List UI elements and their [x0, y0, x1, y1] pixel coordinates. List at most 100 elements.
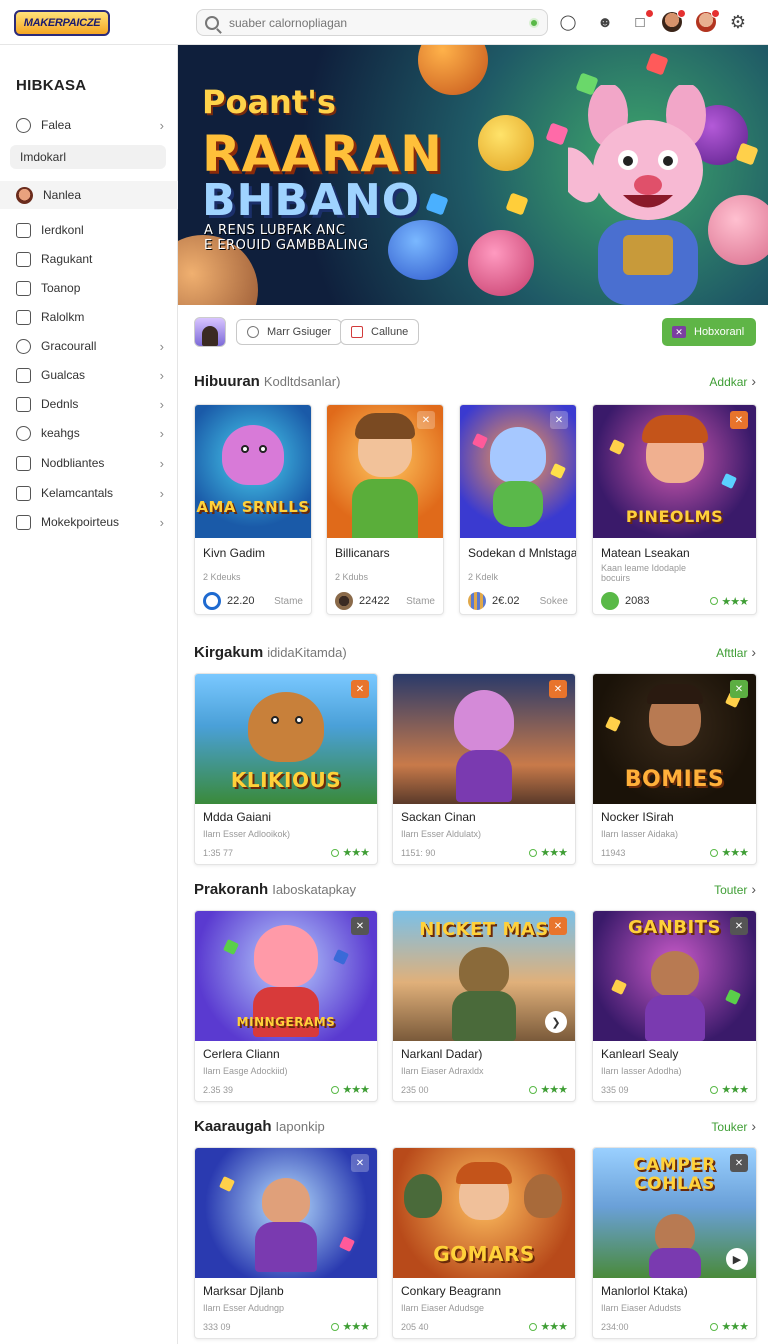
game-title: Kanlearl Sealy: [601, 1047, 679, 1061]
search-input[interactable]: [229, 15, 529, 30]
character-eye: [259, 445, 267, 453]
user-avatar[interactable]: [194, 317, 226, 347]
game-thumbnail: PINEOLMS ✕: [593, 405, 756, 538]
rating: ★★★: [710, 1083, 749, 1096]
game-tag: Stame: [274, 595, 303, 607]
game-art-title: BOMIES: [624, 767, 725, 792]
profile-badge: [677, 9, 686, 18]
sidebar-item-ierdkonl[interactable]: Ierdkonl: [10, 218, 166, 242]
section-see-all-link[interactable]: Touker: [711, 1118, 756, 1134]
expand-icon[interactable]: ✕: [351, 680, 369, 698]
sidebar-item-label: Ierdkonl: [41, 223, 84, 237]
sidebar-item-mokekpoirteus[interactable]: Mokekpoirteus ›: [10, 510, 166, 534]
expand-icon[interactable]: ✕: [417, 411, 435, 429]
game-subtitle: 2 Kdeuks: [203, 572, 241, 582]
app-logo[interactable]: MAKERPAICZE: [14, 10, 110, 36]
game-card[interactable]: PINEOLMS ✕ Matean Lseakan Kaan leame Ido…: [592, 404, 757, 615]
game-card[interactable]: ✕ Sackan Cinan Ilarn Esser Aldulatx) 115…: [392, 673, 576, 865]
coin-icon: [468, 592, 486, 610]
character-hair: [456, 1162, 512, 1184]
game-card[interactable]: GANBITS ✕ Kanlearl Sealy Ilarn Iasser Ad…: [592, 910, 757, 1102]
expand-icon[interactable]: ✕: [550, 411, 568, 429]
expand-icon[interactable]: ✕: [730, 1154, 748, 1172]
character-eye: [241, 445, 249, 453]
game-card[interactable]: GOMARS Conkary Beagrann Ilarn Eiaser Adu…: [392, 1147, 576, 1339]
character-body: [648, 1248, 701, 1278]
expand-icon[interactable]: ✕: [351, 917, 369, 935]
search-box[interactable]: [196, 9, 548, 36]
sidebar-item-gracourall[interactable]: Gracourall ›: [10, 334, 166, 358]
sidebar-item-nanlea[interactable]: Nanlea: [0, 181, 178, 209]
game-subtitle: Ilarn Esser Adudngp: [203, 1303, 285, 1313]
notifications-icon[interactable]: □: [630, 9, 654, 32]
message-button[interactable]: Marr Gsiuger: [236, 319, 343, 345]
expand-icon[interactable]: ✕: [730, 411, 748, 429]
section-title: Hibuuran: [194, 372, 260, 390]
game-card[interactable]: NICKET MAS ✕ ❯ Narkanl Dadar) Ilarn Eias…: [392, 910, 576, 1102]
game-subtitle: 2 Kdelk: [468, 572, 499, 582]
decor-cube: [545, 122, 569, 146]
profile-avatar[interactable]: [662, 9, 686, 32]
grid-icon: [16, 455, 31, 471]
sidebar-item-imdokarl[interactable]: Imdokarl: [10, 145, 166, 169]
game-card[interactable]: MINNGERAMS ✕ Cerlera Cliann Ilarn Easge …: [194, 910, 378, 1102]
play-icon[interactable]: ▶: [726, 1248, 748, 1270]
sidebar-item-nodbliantes[interactable]: Nodbliantes ›: [10, 451, 166, 475]
sidebar-item-ralolkm[interactable]: Ralolkm: [10, 305, 166, 329]
game-card[interactable]: ✕ Marksar Djlanb Ilarn Esser Adudngp 333…: [194, 1147, 378, 1339]
voice-search-icon[interactable]: [529, 17, 539, 28]
user-icon[interactable]: ☻: [595, 12, 615, 32]
sidebar-item-label: Toanop: [41, 281, 81, 295]
droplet-icon[interactable]: ◯: [558, 12, 578, 32]
character-eye: [271, 716, 279, 724]
sidebar-item-toanop[interactable]: Toanop: [10, 276, 166, 300]
search-icon: [205, 15, 219, 30]
rating-stars: ★★★: [721, 1084, 749, 1096]
rating: ★★★: [710, 846, 749, 859]
decor-gem: [605, 716, 621, 732]
sidebar-item-dednls[interactable]: Dednls ›: [10, 392, 166, 416]
expand-icon[interactable]: ✕: [730, 917, 748, 935]
section-header: Kaaraugah Iaponkip Touker: [194, 1116, 756, 1136]
friend-avatar[interactable]: [696, 9, 720, 32]
primary-action-button[interactable]: ✕ Hobxoranl: [662, 318, 756, 346]
game-subtitle: Kaan leame Idodaple: [601, 563, 687, 573]
sidebar-item-label: Nodbliantes: [41, 456, 105, 470]
game-card[interactable]: BOMIES ✕ Nocker ISirah Ilarn Iasser Aida…: [592, 673, 757, 865]
banner-subtitle-line: E EROUID GAMBBALING: [204, 238, 369, 253]
expand-icon[interactable]: ✕: [730, 680, 748, 698]
game-footer: 2€.02 Sokee: [468, 592, 568, 610]
game-footer: 1151: 90 ★★★: [401, 846, 568, 859]
game-count: 333 09: [203, 1321, 231, 1332]
expand-icon[interactable]: ✕: [351, 1154, 369, 1172]
sidebar-item-label: Mokekpoirteus: [41, 515, 120, 529]
section-see-all-link[interactable]: Afttlar: [716, 644, 756, 660]
section-see-all-link[interactable]: Addkar: [709, 373, 756, 389]
sidebar-item-falea[interactable]: Falea ›: [10, 113, 166, 137]
game-footer: 235 00 ★★★: [401, 1083, 568, 1096]
section-subtitle: Kodltdsanlar): [263, 373, 341, 389]
chart-icon: [16, 485, 31, 501]
rating-stars: ★★★: [540, 847, 568, 859]
game-card[interactable]: KLIKIOUS ✕ Mdda Gaiani Ilarn Esser Adloo…: [194, 673, 378, 865]
game-title: Sodekan d Mnlstaga: [468, 546, 577, 560]
expand-icon[interactable]: ✕: [549, 680, 567, 698]
sidebar-item-keahgs[interactable]: keahgs ›: [10, 421, 166, 445]
game-card[interactable]: AMA SRNLLS Kivn Gadim 2 Kdeuks 22.20 Sta…: [194, 404, 312, 615]
sidebar-item-gualcas[interactable]: Gualcas ›: [10, 363, 166, 387]
hero-banner[interactable]: Poant's RAARAN BHBANO A RENS LUBFAK ANC …: [178, 45, 768, 305]
settings-gear-icon[interactable]: ⚙: [728, 12, 748, 32]
companion-character: [524, 1174, 562, 1218]
sidebar-item-kelamcantals[interactable]: Kelamcantals ›: [10, 481, 166, 505]
section-see-all-link[interactable]: Touter: [714, 881, 756, 897]
sidebar-item-label: Imdokarl: [20, 150, 67, 164]
game-card[interactable]: ✕ Billicanars 2 Kdubs 22422 Stame: [326, 404, 444, 615]
game-thumbnail: MINNGERAMS ✕: [195, 911, 377, 1041]
next-arrow-icon[interactable]: ❯: [545, 1011, 567, 1033]
sidebar-item-ragukant[interactable]: Ragukant: [10, 247, 166, 271]
expand-icon[interactable]: ✕: [549, 917, 567, 935]
game-card[interactable]: CAMPER COHLAS ✕ ▶ Manlorlol Ktaka) Ilarn…: [592, 1147, 757, 1339]
section-header: Prakoranh Iaboskatapkay Touter: [194, 879, 756, 899]
callune-button[interactable]: Callune: [340, 319, 420, 345]
game-card[interactable]: ✕ Sodekan d Mnlstaga 2 Kdelk 2€.02 Sokee: [459, 404, 577, 615]
